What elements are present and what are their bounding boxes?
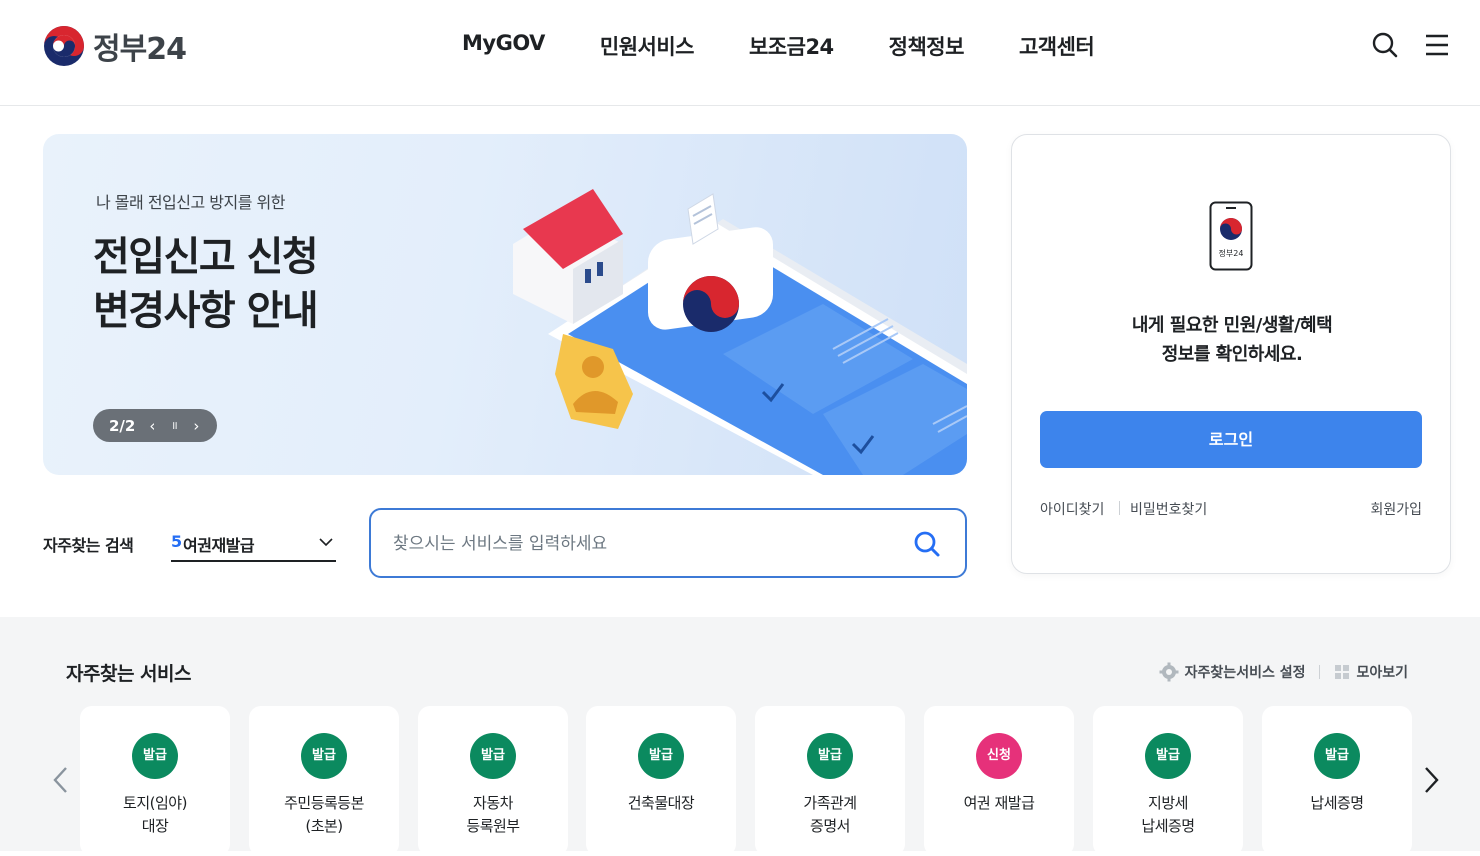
- service-label: 여권 재발급: [963, 794, 1035, 812]
- banner-title-line: 전입신고 신청: [93, 234, 319, 280]
- section-tools: 자주찾는서비스 설정 모아보기: [1159, 662, 1408, 682]
- link-divider: [1119, 501, 1120, 515]
- phone-illustration: [513, 189, 967, 475]
- service-label: 지방세 납세증명: [1141, 794, 1195, 835]
- tool-divider: [1319, 665, 1321, 679]
- global-nav: MyGOV 민원서비스 보조금24 정책정보 고객센터: [462, 31, 1095, 61]
- service-card[interactable]: 발급지방세 납세증명: [1093, 706, 1243, 856]
- service-label: 가족관계 증명서: [803, 794, 857, 835]
- service-label: 건축물대장: [627, 794, 695, 812]
- service-badge: 발급: [470, 733, 516, 779]
- quick-search-label: 자주찾는 검색: [43, 536, 134, 555]
- frequent-services-section: 자주찾는 서비스 자주찾는서비스 설정 모아보기 발급 토지(임야) 대장 발급 주민…: [0, 617, 1480, 856]
- service-badge: 신청: [976, 733, 1022, 779]
- service-card[interactable]: 발급건축물대장: [586, 706, 736, 856]
- section-title: 자주찾는 서비스: [66, 663, 191, 685]
- main-banner[interactable]: 나 몰래 전입신고 방지를 위한 전입신고 신청 변경사항 안내 2/2 ‹ ॥…: [43, 134, 967, 475]
- banner-counter: 2/2: [109, 416, 136, 435]
- find-id-link[interactable]: 아이디찾기: [1040, 499, 1104, 519]
- service-badge: 발급: [1314, 733, 1360, 779]
- find-password-link[interactable]: 비밀번호찾기: [1130, 499, 1207, 519]
- banner-pause-button[interactable]: ॥: [163, 418, 185, 433]
- search-icon[interactable]: [1370, 30, 1400, 60]
- hamburger-menu-icon[interactable]: [1422, 30, 1452, 60]
- service-card[interactable]: 발급주민등록등본 (초본): [249, 706, 399, 856]
- chevron-down-icon: [318, 534, 334, 554]
- search-submit-icon[interactable]: [913, 530, 941, 562]
- banner-title: 전입신고 신청 변경사항 안내: [93, 230, 319, 338]
- login-message-line: 정보를 확인하세요.: [1161, 344, 1303, 365]
- service-card[interactable]: 발급토지(임야) 대장: [80, 706, 230, 856]
- service-label: 자동차 등록원부: [466, 794, 520, 835]
- carousel-prev-icon[interactable]: [50, 765, 70, 799]
- logo-text: 정부24: [93, 32, 187, 67]
- login-message: 내게 필요한 민원/생활/혜택 정보를 확인하세요.: [1012, 311, 1452, 369]
- login-message-line: 내게 필요한 민원/생활/혜택: [1131, 315, 1333, 336]
- service-card[interactable]: 발급가족관계 증명서: [755, 706, 905, 856]
- service-settings-link[interactable]: 자주찾는서비스 설정: [1185, 662, 1306, 682]
- carousel-next-icon[interactable]: [1422, 765, 1442, 799]
- taegeuk-logo-icon: [44, 26, 84, 66]
- service-card[interactable]: 발급자동차 등록원부: [418, 706, 568, 856]
- banner-next-button[interactable]: ›: [185, 417, 207, 435]
- service-badge: 발급: [1145, 733, 1191, 779]
- banner-title-line: 변경사항 안내: [93, 288, 319, 334]
- popular-search-dropdown[interactable]: 5 여권재발급: [171, 528, 336, 562]
- grid-icon: [1334, 664, 1350, 680]
- login-button[interactable]: 로그인: [1040, 411, 1422, 468]
- banner-subtitle: 나 몰래 전입신고 방지를 위한: [96, 193, 285, 212]
- mobile-id-label: 정부24: [1219, 248, 1244, 258]
- nav-mygov[interactable]: MyGOV: [462, 31, 545, 61]
- service-card[interactable]: 신청여권 재발급: [924, 706, 1074, 856]
- service-badge: 발급: [132, 733, 178, 779]
- login-card: 정부24 내게 필요한 민원/생활/혜택 정보를 확인하세요. 로그인 아이디찾…: [1011, 134, 1451, 574]
- service-badge: 발급: [807, 733, 853, 779]
- service-badge: 발급: [301, 733, 347, 779]
- service-label: 납세증명: [1310, 794, 1364, 812]
- search-input[interactable]: [393, 532, 893, 556]
- site-logo[interactable]: 정부24: [43, 24, 187, 68]
- signup-link[interactable]: 회원가입: [1370, 499, 1422, 519]
- nav-policy-info[interactable]: 정책정보: [889, 31, 965, 61]
- service-label: 주민등록등본 (초본): [284, 794, 364, 835]
- service-search-box: [369, 508, 967, 578]
- service-label: 토지(임야) 대장: [123, 794, 187, 835]
- gear-icon: [1159, 662, 1179, 682]
- popular-search-rank: 5: [171, 532, 183, 551]
- service-badge: 발급: [638, 733, 684, 779]
- banner-prev-button[interactable]: ‹: [141, 417, 163, 435]
- popular-search-term: 여권재발급: [183, 536, 255, 555]
- site-header: 정부24 MyGOV 민원서비스 보조금24 정책정보 고객센터: [0, 0, 1480, 106]
- nav-customer-center[interactable]: 고객센터: [1019, 31, 1095, 61]
- view-all-link[interactable]: 모아보기: [1356, 662, 1408, 682]
- nav-civil-services[interactable]: 민원서비스: [600, 31, 695, 61]
- banner-controls: 2/2 ‹ ॥ ›: [93, 409, 217, 442]
- service-card[interactable]: 발급납세증명: [1262, 706, 1412, 856]
- mobile-id-icon: 정부24: [1209, 201, 1253, 271]
- nav-subsidy24[interactable]: 보조금24: [749, 31, 834, 61]
